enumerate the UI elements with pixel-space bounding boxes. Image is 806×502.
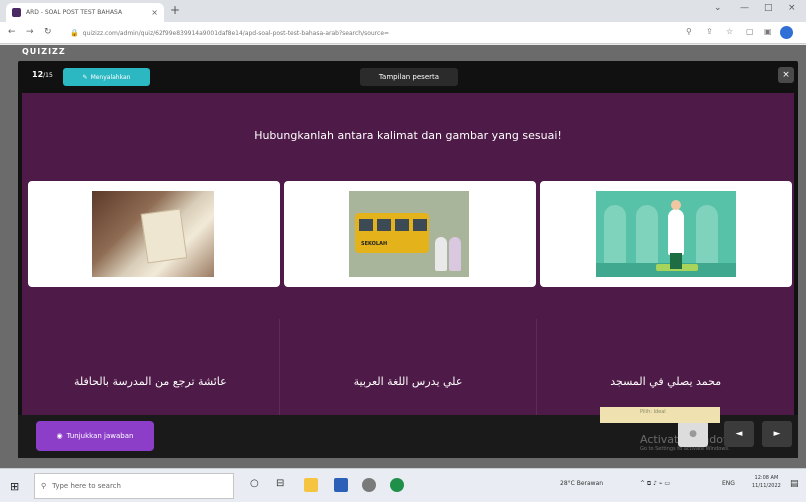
quizizz-logo: QUIZIZZ [22,47,66,56]
url-field[interactable]: 🔒 quizizz.com/admin/quiz/62f99e839914a90… [66,25,496,41]
dot-icon: ● [678,421,708,447]
reload-icon[interactable]: ↻ [44,27,52,37]
new-tab-button[interactable]: + [170,3,180,17]
tab-title: ARD - SOAL POST TEST BAHASA [26,9,123,16]
bookmark-star-icon[interactable]: ☆ [726,27,733,36]
weather-status[interactable]: 28°C Berawan [560,480,603,487]
search-icon: ⚲ [41,482,47,490]
next-question-button[interactable]: ► [762,421,792,447]
back-icon[interactable]: ← [8,27,16,37]
participant-preview-modal: 12/15 ✎ Menyalahkan Tampilan peserta × H… [18,61,798,458]
prev-question-button[interactable]: ◄ [724,421,754,447]
notifications-icon[interactable]: ▤ [790,479,799,489]
school-bus-image: SEKOLAH [349,191,469,277]
minimize-button[interactable]: — [740,3,749,13]
tab-grid-icon[interactable]: ▢ [746,27,754,36]
eye-icon: ◉ [56,432,63,440]
zoom-icon[interactable]: ⚲ [686,27,692,36]
quizizz-favicon-icon [12,8,21,17]
image-card-3[interactable] [540,181,792,287]
language-indicator[interactable]: ENG [722,480,735,487]
browser-tab-bar: ARD - SOAL POST TEST BAHASA × + ⌄ — □ × [0,0,806,22]
show-answer-label: Tunjukkan jawaban [66,432,134,440]
windows-start-icon[interactable]: ⊞ [10,480,19,493]
windows-taskbar: ⊞ ⚲ Type here to search ○ ⊟ 28°C Berawan… [0,468,806,502]
page-viewport: QUIZIZZ 12/15 ✎ Menyalahkan Tampilan pes… [0,45,806,468]
page-strip: Pilih: Ideal [600,407,720,423]
preview-title: Tampilan peserta [360,68,458,86]
clock[interactable]: 12:08 AM 11/11/2022 [752,475,781,490]
profile-avatar[interactable] [780,26,793,39]
quran-reading-image [92,191,214,277]
taskbar-search-field[interactable]: ⚲ Type here to search [34,473,234,499]
browser-tab[interactable]: ARD - SOAL POST TEST BAHASA × [6,3,164,22]
settings-icon[interactable] [362,478,376,492]
question-counter: 12/15 [32,70,53,79]
search-placeholder: Type here to search [52,482,121,490]
close-window-button[interactable]: × [788,3,796,13]
praying-in-mosque-image [596,191,736,277]
show-answer-button[interactable]: ◉ Tunjukkan jawaban [36,421,154,451]
edit-button-label: Menyalahkan [90,73,131,81]
modal-header: 12/15 ✎ Menyalahkan Tampilan peserta × [18,61,798,91]
word-icon[interactable] [334,478,348,492]
forward-icon[interactable]: → [26,27,34,37]
chrome-icon[interactable] [390,478,404,492]
edit-button[interactable]: ✎ Menyalahkan [63,68,150,86]
url-text: quizizz.com/admin/quiz/62f99e839914a9001… [82,29,390,37]
lock-icon: 🔒 [70,29,79,37]
tab-search-icon[interactable]: ⌄ [714,3,722,13]
extensions-icon[interactable]: ▣ [764,27,772,36]
tray-icons[interactable]: ^ ⧉ ♪ ⌁ ▭ [640,480,670,488]
image-card-2[interactable]: SEKOLAH [284,181,536,287]
share-icon[interactable]: ⇪ [706,27,713,36]
tab-close-icon[interactable]: × [151,8,158,17]
question-stage: Hubungkanlah antara kalimat dan gambar y… [22,93,794,453]
widgets-icon[interactable]: ⊟ [276,478,284,489]
close-modal-button[interactable]: × [778,67,794,83]
maximize-button[interactable]: □ [764,3,773,13]
question-prompt: Hubungkanlah antara kalimat dan gambar y… [254,129,562,142]
image-card-1[interactable] [28,181,280,287]
task-view-icon[interactable]: ○ [250,478,259,489]
edit-icon: ✎ [82,73,88,81]
address-bar-row: ← → ↻ 🔒 quizizz.com/admin/quiz/62f99e839… [0,22,806,44]
file-explorer-icon[interactable] [304,478,318,492]
